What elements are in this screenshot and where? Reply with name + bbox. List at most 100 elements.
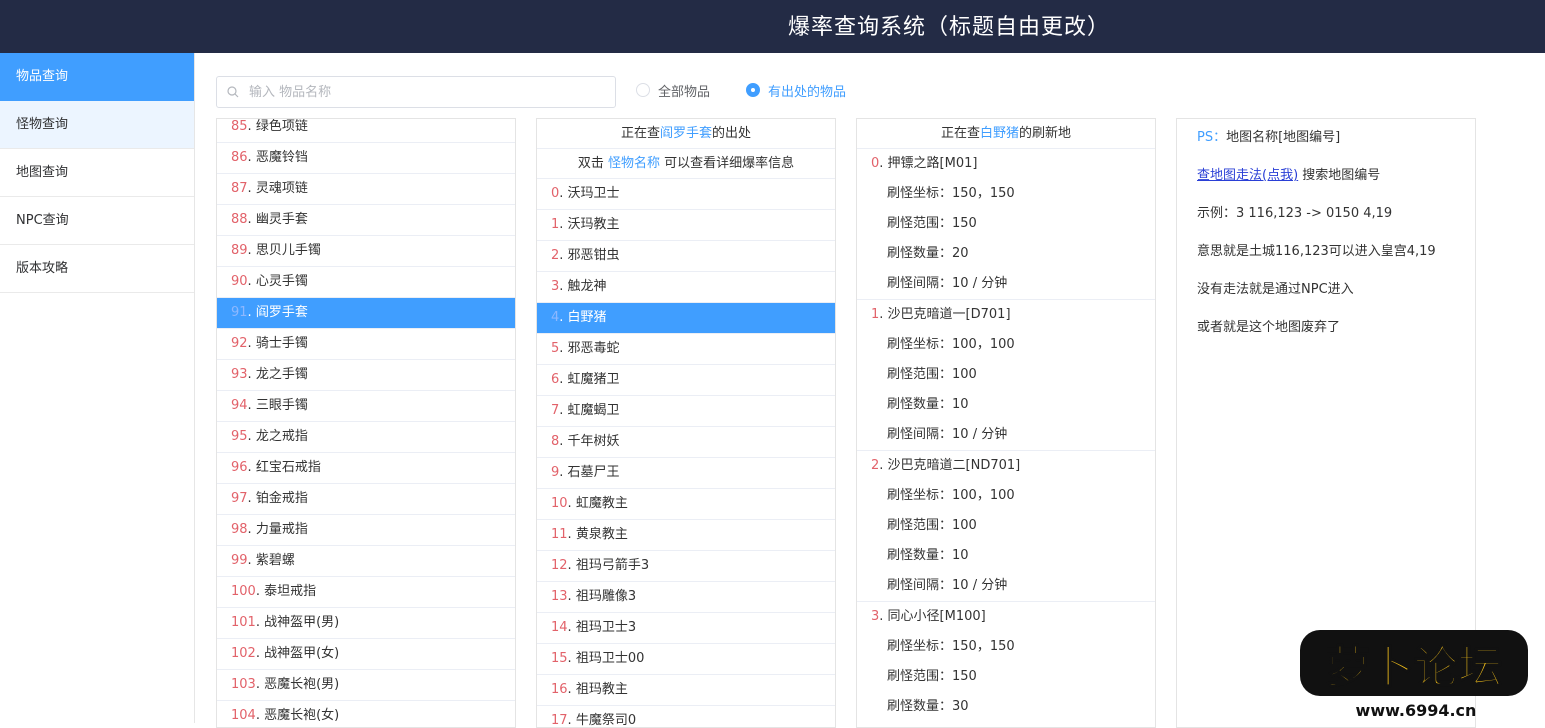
row-dot: .	[559, 341, 568, 356]
ps-label: PS：	[1197, 130, 1227, 145]
info-meaning: 意思就是土城116,123可以进入皇宫4,19	[1197, 244, 1436, 259]
map-count-value: 20	[952, 246, 969, 261]
monster-row[interactable]: 10. 虹魔教主	[537, 489, 835, 520]
item-name: 红宝石戒指	[255, 460, 321, 475]
monster-row[interactable]: 14. 祖玛卫士3	[537, 613, 835, 644]
row-dot: .	[567, 620, 576, 635]
item-row[interactable]: 89. 思贝儿手镯	[217, 236, 515, 267]
map-interval-line: 刷怪间隔：10 / 分钟	[857, 269, 1155, 299]
item-row[interactable]: 88. 幽灵手套	[217, 205, 515, 236]
row-dot: .	[559, 279, 568, 294]
item-row[interactable]: 87. 灵魂项链	[217, 174, 515, 205]
map-title-line[interactable]: 3. 同心小径[M100]	[857, 602, 1155, 632]
row-dot: .	[567, 651, 576, 666]
item-row[interactable]: 102. 战神盔甲(女)	[217, 639, 515, 670]
item-row[interactable]: 93. 龙之手镯	[217, 360, 515, 391]
row-dot: .	[247, 119, 256, 134]
monster-name: 白野猪	[567, 310, 607, 325]
sidebar-item-monster-query[interactable]: 怪物查询	[0, 101, 194, 149]
map-range-label: 刷怪范围：	[887, 216, 953, 231]
row-dot: .	[247, 553, 256, 568]
row-number: 85	[231, 119, 248, 134]
sidebar-item-version-guide[interactable]: 版本攻略	[0, 245, 194, 293]
map-coord-label: 刷怪坐标：	[887, 488, 953, 503]
item-name: 恶魔长袍(女)	[264, 708, 340, 723]
item-name: 战神盔甲(男)	[264, 615, 340, 630]
item-row[interactable]: 92. 骑士手镯	[217, 329, 515, 360]
monster-row[interactable]: 3. 触龙神	[537, 272, 835, 303]
monster-row[interactable]: 7. 虹魔蝎卫	[537, 396, 835, 427]
item-row[interactable]: 103. 恶魔长袍(男)	[217, 670, 515, 701]
selected-monster-name: 白野猪	[979, 126, 1019, 141]
monster-row[interactable]: 11. 黄泉教主	[537, 520, 835, 551]
map-route-link[interactable]: 查地图走法	[1197, 168, 1262, 183]
item-row[interactable]: 104. 恶魔长袍(女)	[217, 701, 515, 727]
sidebar-item-item-query[interactable]: 物品查询	[0, 53, 194, 101]
monster-row[interactable]: 12. 祖玛弓箭手3	[537, 551, 835, 582]
map-count-line: 刷怪数量：30	[857, 692, 1155, 722]
item-row[interactable]: 85. 绿色项链	[217, 119, 515, 143]
item-row[interactable]: 94. 三眼手镯	[217, 391, 515, 422]
map-interval-value: 10 / 分钟	[952, 578, 1008, 593]
map-title-line[interactable]: 1. 沙巴克暗道一[D701]	[857, 300, 1155, 330]
item-name: 阎罗手套	[255, 305, 308, 320]
monster-row[interactable]: 15. 祖玛卫士00	[537, 644, 835, 675]
item-row[interactable]: 97. 铂金戒指	[217, 484, 515, 515]
item-name: 铂金戒指	[255, 491, 308, 506]
monster-row[interactable]: 9. 石墓尸王	[537, 458, 835, 489]
radio-items-with-drops[interactable]: 有出处的物品	[746, 82, 846, 100]
row-dot: .	[559, 465, 568, 480]
monster-row[interactable]: 2. 邪恶钳虫	[537, 241, 835, 272]
row-number: 11	[551, 527, 568, 542]
sidebar-item-npc-query[interactable]: NPC查询	[0, 197, 194, 245]
item-name: 三眼手镯	[255, 398, 308, 413]
monster-row[interactable]: 4. 白野猪	[537, 303, 835, 334]
search-input[interactable]	[249, 77, 609, 107]
item-name: 幽灵手套	[255, 212, 308, 227]
monster-row[interactable]: 8. 千年树妖	[537, 427, 835, 458]
map-coord-line: 刷怪坐标：100，100	[857, 481, 1155, 511]
map-count-value: 30	[952, 699, 969, 714]
monster-row[interactable]: 6. 虹魔猪卫	[537, 365, 835, 396]
map-interval-label: 刷怪间隔：	[887, 578, 953, 593]
map-coord-label: 刷怪坐标：	[887, 186, 953, 201]
header-prefix: 正在查	[620, 126, 660, 141]
item-row[interactable]: 90. 心灵手镯	[217, 267, 515, 298]
monster-row[interactable]: 1. 沃玛教主	[537, 210, 835, 241]
monster-row[interactable]: 17. 牛魔祭司0	[537, 706, 835, 727]
item-row[interactable]: 95. 龙之戒指	[217, 422, 515, 453]
map-entry: 2. 沙巴克暗道二[ND701] 刷怪坐标：100，100 刷怪范围：100 刷怪数量…	[857, 451, 1155, 602]
radio-all-items[interactable]: 全部物品	[636, 82, 711, 100]
map-range-line: 刷怪范围：150	[857, 209, 1155, 239]
monster-row[interactable]: 0. 沃玛卫士	[537, 179, 835, 210]
sidebar-item-map-query[interactable]: 地图查询	[0, 149, 194, 197]
map-title-line[interactable]: 0. 押镖之路[M01]	[857, 149, 1155, 179]
monster-row[interactable]: 16. 祖玛教主	[537, 675, 835, 706]
radio-all-label: 全部物品	[658, 84, 711, 100]
item-row[interactable]: 91. 阎罗手套	[217, 298, 515, 329]
row-number: 14	[551, 620, 568, 635]
row-number: 102	[231, 646, 256, 661]
search-box[interactable]	[216, 76, 616, 108]
item-row[interactable]: 96. 红宝石戒指	[217, 453, 515, 484]
row-dot: .	[255, 708, 265, 723]
item-row[interactable]: 86. 恶魔铃铛	[217, 143, 515, 174]
item-row[interactable]: 101. 战神盔甲(男)	[217, 608, 515, 639]
click-me-link[interactable]: (点我)	[1262, 168, 1298, 183]
map-count-label: 刷怪数量：	[887, 246, 953, 261]
map-panel: 正在查白野猪的刷新地 0. 押镖之路[M01] 刷怪坐标：150，150 刷怪范围：…	[856, 118, 1156, 728]
item-name: 龙之手镯	[255, 367, 308, 382]
map-range-value: 100	[952, 518, 977, 533]
tip-prefix: 双击	[577, 156, 604, 171]
row-number: 98	[231, 522, 248, 537]
row-number: 91	[231, 305, 248, 320]
item-row[interactable]: 98. 力量戒指	[217, 515, 515, 546]
map-title-line[interactable]: 2. 沙巴克暗道二[ND701]	[857, 451, 1155, 481]
map-count-label: 刷怪数量：	[887, 397, 953, 412]
item-row[interactable]: 100. 泰坦戒指	[217, 577, 515, 608]
monster-name: 虹魔猪卫	[567, 372, 620, 387]
monster-row[interactable]: 5. 邪恶毒蛇	[537, 334, 835, 365]
item-row[interactable]: 99. 紫碧螺	[217, 546, 515, 577]
monster-row[interactable]: 13. 祖玛雕像3	[537, 582, 835, 613]
map-range-label: 刷怪范围：	[887, 518, 953, 533]
